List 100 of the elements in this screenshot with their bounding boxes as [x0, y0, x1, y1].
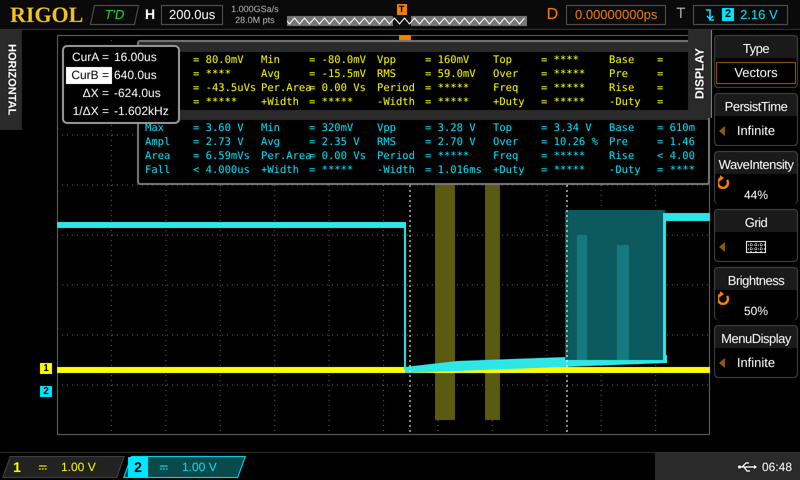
memory-waveform-icon: [286, 16, 527, 26]
menu-item[interactable]: Grid: [714, 209, 798, 262]
grid-icon: [746, 240, 766, 252]
measurement-value: = *****: [541, 95, 586, 109]
measurement-value: = *****: [309, 163, 354, 177]
left-arrow-icon: [719, 242, 725, 252]
measurement-value: = *****: [541, 163, 586, 177]
menu-value: 50%: [744, 303, 768, 320]
measurement-label: Top: [493, 53, 513, 67]
horizontal-tab[interactable]: HORIZONTAL: [0, 30, 22, 130]
measurement-value: = *****: [425, 149, 470, 163]
cursor-value: 16.00us: [113, 49, 157, 66]
dc-coupling-icon: [160, 464, 168, 469]
menu-item-title: Grid: [744, 214, 768, 232]
measurement-label: RMS: [377, 135, 397, 149]
menu-item-title: Brightness: [728, 272, 784, 290]
trigger-point-icon: [399, 35, 411, 40]
channel-number: 2: [128, 456, 148, 476]
cursor-label: ΔX =: [82, 85, 110, 102]
knob-icon: [718, 175, 732, 189]
measurement-value: = *****: [541, 67, 586, 81]
measurement-label: -Width: [377, 163, 416, 177]
measurement-label: Vpp: [377, 53, 397, 67]
channel-number: 1: [12, 457, 22, 476]
measurement-value: = -43.5uVs: [193, 81, 258, 95]
measurement-value: = *****: [425, 95, 470, 109]
measurement-value: = *****: [193, 95, 238, 109]
menu-value: 44%: [744, 187, 768, 204]
measurement-value: = 1.016ms: [425, 163, 483, 177]
menu-item[interactable]: MenuDisplay Infinite: [714, 325, 798, 378]
menu-item[interactable]: Type Vectors: [714, 35, 798, 88]
cursor-label: CurB =: [66, 67, 112, 84]
measurement-value: = 2.73 V: [193, 135, 245, 149]
measurement-value: =: [657, 95, 664, 109]
menu-item-title: MenuDisplay: [721, 330, 791, 348]
channel-status[interactable]: 1 1.00 V: [2, 456, 125, 478]
menu-value: Infinite: [736, 122, 776, 140]
logo: RIGOL: [10, 4, 82, 26]
delay-label: D: [546, 4, 558, 24]
timebase-label: H: [145, 5, 156, 24]
measurement-label: Rise: [609, 81, 636, 95]
measurement-label: RMS: [377, 67, 397, 81]
menu-item[interactable]: Brightness 50%: [714, 267, 798, 320]
display-tab[interactable]: DISPLAY: [688, 30, 712, 118]
measurement-label: Freq: [493, 149, 520, 163]
trigger-position-marker: T: [396, 4, 407, 14]
measurement-value: = ****: [193, 67, 232, 81]
measurement-value: = -15.5mV: [309, 67, 367, 81]
measurement-value: =: [657, 67, 664, 81]
measurement-value: =: [657, 81, 664, 95]
measurement-value: = 10.26 %: [541, 135, 599, 149]
usb-icon: [738, 462, 758, 472]
channel-marker: 1: [40, 363, 52, 374]
measurement-value: =: [657, 53, 664, 67]
measurement-label: Area: [145, 149, 172, 163]
measurement-label: Rise: [609, 149, 636, 163]
left-arrow-icon: [719, 358, 725, 368]
channel-scale: 1.00 V: [182, 458, 217, 476]
left-arrow-icon: [719, 126, 725, 136]
measurement-label: +Width: [261, 95, 300, 109]
menu-item[interactable]: WaveIntensity 44%: [714, 151, 798, 204]
measurement-label: Over: [493, 135, 520, 149]
knob-icon: [718, 291, 732, 305]
cursor-value: -1.602kHz: [113, 103, 169, 120]
menu-item[interactable]: PersistTime Infinite: [714, 93, 798, 146]
menu-value: Infinite: [736, 354, 776, 372]
measurement-value: < 4.00: [657, 149, 695, 163]
measurement-label: Pre: [609, 67, 629, 81]
measurement-value: = 59.0mV: [425, 67, 477, 81]
measurement-value: < 4.000us: [193, 163, 251, 177]
channel-status[interactable]: 2 1.00 V: [123, 456, 246, 478]
measurement-label: Base: [609, 121, 636, 135]
measurement-value: = 3.34 V: [541, 121, 593, 135]
measurement-label: Base: [609, 53, 636, 67]
measurement-value: = 2.70 V: [425, 135, 477, 149]
channel-scale: 1.00 V: [61, 458, 96, 476]
measurement-value: = -80.0mV: [309, 53, 367, 67]
channel-marker: 2: [40, 386, 52, 397]
timebase-value: 200.0us: [161, 4, 224, 24]
sample-rate: 1.000GSa/s: [231, 4, 279, 14]
measurement-value: = *****: [425, 81, 470, 95]
measurement-value: = 2.35 V: [309, 135, 361, 149]
cursor-label: CurA =: [70, 49, 110, 66]
measurement-value: = 3.60 V: [193, 121, 245, 135]
trigger-level: 2.16 V: [740, 6, 778, 24]
menu-item-title: Type: [742, 40, 770, 58]
menu-value: Vectors: [716, 62, 796, 84]
cursor-label: 1/ΔX =: [72, 103, 110, 120]
measurement-value: = 3.28 V: [425, 121, 477, 135]
measurement-label: Ampl: [145, 135, 172, 149]
measurement-label: Top: [493, 121, 513, 135]
measurement-label: -Width: [377, 95, 416, 109]
dc-coupling-icon: [39, 464, 47, 469]
measurement-label: Min: [261, 121, 281, 135]
falling-edge-icon: [704, 8, 716, 22]
measurement-value: = 1.46: [657, 135, 695, 149]
measurement-label: Avg: [261, 67, 281, 81]
measurement-label: Avg: [261, 135, 281, 149]
clock: 06:48: [762, 458, 792, 476]
measurement-value: = *****: [541, 149, 586, 163]
